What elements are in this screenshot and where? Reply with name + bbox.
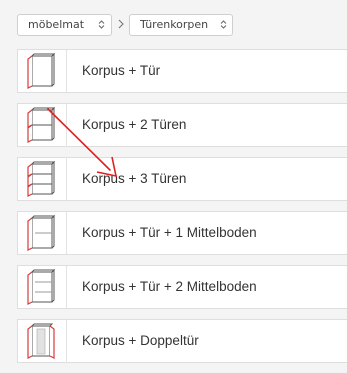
cabinet-double-door-icon [27, 323, 55, 359]
cabinet-door-two-shelves-thumbnail [18, 266, 67, 308]
list-item-label: Korpus + Tür + 2 Mittelboden [82, 279, 257, 294]
list-item[interactable]: Korpus + Tür + 1 Mittelboden [17, 211, 347, 255]
breadcrumb-bar: möbelmat Türenkorpen [0, 0, 347, 50]
breadcrumb-item-tuerenkorpen[interactable]: Türenkorpen [129, 14, 233, 36]
list-item-label: Korpus + Tür + 1 Mittelboden [82, 225, 257, 240]
chevron-right-icon [118, 19, 124, 29]
cabinet-double-door-thumbnail [18, 320, 67, 362]
cabinet-door-one-shelf-icon [27, 215, 56, 251]
updown-chevron-icon [98, 20, 105, 29]
cabinet-single-door-icon [27, 53, 56, 89]
list-item[interactable]: Korpus + 3 Türen [17, 157, 347, 201]
list-item-label: Korpus + 3 Türen [82, 171, 187, 186]
breadcrumb-label: möbelmat [28, 18, 85, 31]
cabinet-two-doors-icon [27, 107, 56, 143]
list-item[interactable]: Korpus + Tür + 2 Mittelboden [17, 265, 347, 309]
updown-chevron-icon [220, 20, 227, 29]
list-item[interactable]: Korpus + Doppeltür [17, 319, 347, 363]
cabinet-three-doors-icon [27, 161, 56, 197]
list-item-label: Korpus + Doppeltür [82, 333, 199, 348]
breadcrumb-label: Türenkorpen [140, 18, 209, 31]
list-item-label: Korpus + Tür [82, 63, 161, 78]
cabinet-door-thumbnail [18, 50, 67, 92]
list-item[interactable]: Korpus + Tür [17, 49, 347, 93]
cabinet-two-doors-thumbnail [18, 104, 67, 146]
cabinet-three-doors-thumbnail [18, 158, 67, 200]
cabinet-door-one-shelf-thumbnail [18, 212, 67, 254]
list-item[interactable]: Korpus + 2 Türen [17, 103, 347, 147]
cabinet-door-two-shelves-icon [27, 269, 56, 305]
breadcrumb-item-moebelmat[interactable]: möbelmat [17, 14, 112, 36]
list-item-label: Korpus + 2 Türen [82, 117, 187, 132]
